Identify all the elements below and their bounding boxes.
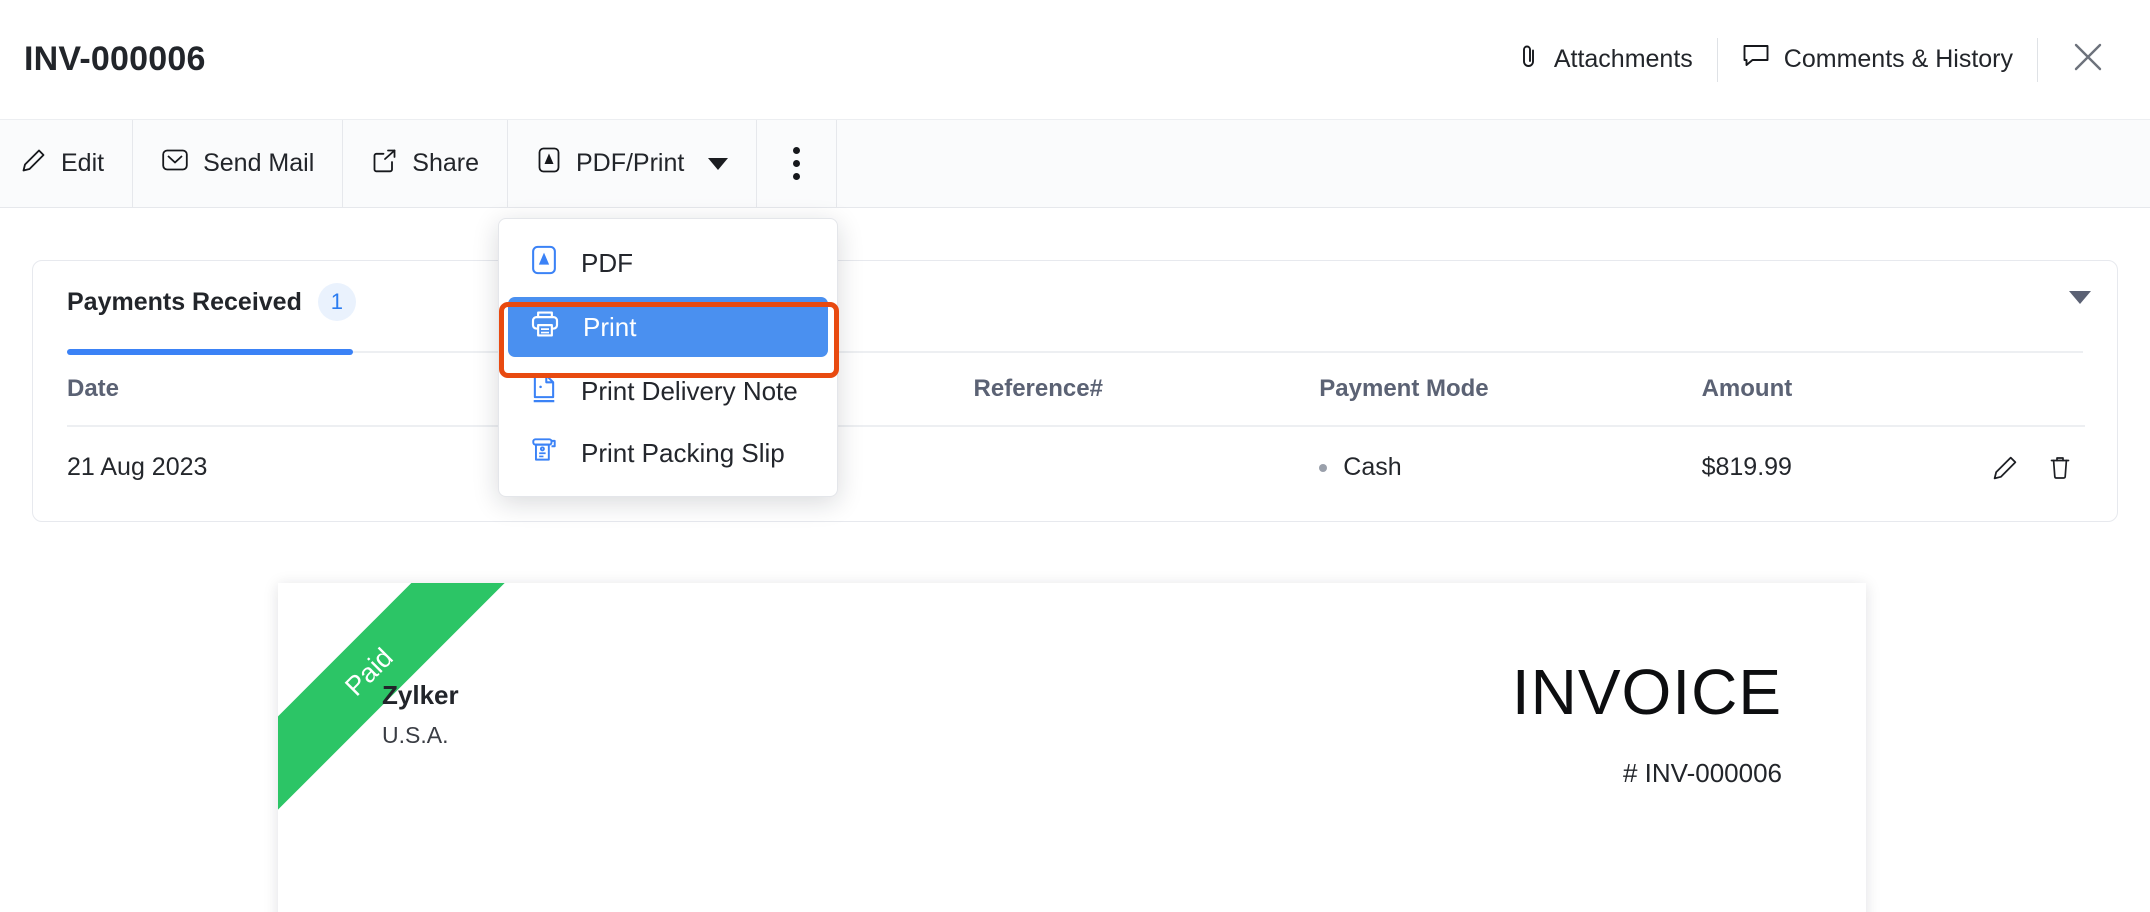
pdf-print-button[interactable]: PDF/Print (508, 120, 758, 207)
kebab-dot-1 (793, 147, 801, 154)
payments-table: Date Payment # Reference# Payment Mode A… (67, 365, 2085, 508)
menu-item-pdf[interactable]: PDF (499, 232, 837, 294)
invoice-detail-screen: INV-000006 Attachments Comments & Histor… (0, 0, 2150, 912)
cell-reference (974, 426, 1320, 508)
bullet-dot-icon (1319, 463, 1328, 472)
edit-button[interactable]: Edit (0, 120, 134, 207)
menu-item-print-label: Print (583, 311, 637, 342)
active-tab-underline (67, 349, 353, 355)
pdf-print-dropdown-menu: PDF Print Print Delivery Note Print Pack… (498, 218, 839, 497)
attachments-button[interactable]: Attachments (1494, 37, 1717, 83)
more-actions-button[interactable] (757, 120, 838, 207)
cell-amount: $819.99 (1701, 453, 1792, 481)
share-icon (371, 147, 398, 181)
collapse-panel-chevron-down-icon[interactable] (2069, 291, 2091, 304)
row-delete-trash-icon[interactable] (2047, 454, 2073, 482)
close-button[interactable] (2060, 32, 2116, 88)
table-header-row: Date Payment # Reference# Payment Mode A… (67, 365, 2085, 426)
menu-item-print-delivery-note-label: Print Delivery Note (581, 375, 798, 406)
pdf-print-label: PDF/Print (575, 149, 685, 177)
comments-history-button[interactable]: Comments & History (1718, 37, 2037, 83)
packing-slip-icon (529, 434, 559, 473)
kebab-dot-2 (793, 160, 801, 167)
tab-payments-received[interactable]: Payments Received 1 (67, 261, 356, 339)
printer-icon (529, 309, 561, 346)
ribbon-tail-top (450, 583, 466, 599)
column-header-actions (1991, 365, 2085, 426)
kebab-dot-3 (793, 173, 801, 180)
envelope-icon (161, 147, 189, 180)
column-header-amount: Amount (1701, 375, 1793, 402)
menu-item-print-packing-slip-label: Print Packing Slip (581, 437, 785, 468)
share-button[interactable]: Share (343, 120, 508, 207)
document-note-icon (529, 372, 559, 411)
pdf-file-icon (529, 244, 559, 283)
invoice-number: # INV-000006 (1622, 758, 1782, 788)
paperclip-icon (1518, 42, 1540, 77)
page-title: INV-000006 (24, 40, 206, 78)
action-toolbar: Edit Send Mail Share PDF/Print (0, 120, 2150, 208)
close-icon (2071, 40, 2105, 79)
share-label: Share (412, 149, 479, 177)
tab-payments-received-label: Payments Received (67, 287, 302, 316)
comment-bubble-icon (1742, 43, 1770, 76)
organization-country: U.S.A. (382, 722, 449, 748)
menu-item-pdf-label: PDF (581, 247, 633, 278)
header-divider-2 (2037, 37, 2038, 82)
menu-item-print-packing-slip[interactable]: Print Packing Slip (499, 422, 837, 484)
payment-mode-value: Cash (1343, 453, 1402, 481)
attachments-label: Attachments (1553, 45, 1693, 73)
payments-card-header: Payments Received 1 (33, 261, 2117, 335)
tab-rule (67, 351, 2083, 353)
pdf-file-icon (536, 146, 562, 181)
payments-received-card: Payments Received 1 Date Payment # Refer… (32, 260, 2118, 522)
edit-label: Edit (61, 149, 105, 177)
chevron-down-icon (708, 157, 729, 170)
table-row[interactable]: 21 Aug 2023 2 Cash $819.99 (67, 426, 2085, 508)
cell-row-actions (1991, 426, 2085, 508)
header-actions: Attachments Comments & History (1494, 32, 2116, 88)
cell-payment-mode: Cash (1319, 426, 1701, 508)
invoice-preview-card: Paid Zylker U.S.A. INVOICE # INV-000006 (278, 583, 1866, 912)
menu-item-print[interactable]: Print (508, 297, 828, 357)
send-mail-label: Send Mail (203, 149, 315, 177)
send-mail-button[interactable]: Send Mail (133, 120, 344, 207)
row-edit-pencil-icon[interactable] (1991, 454, 2019, 482)
payments-count-badge: 1 (317, 283, 356, 321)
page-header: INV-000006 Attachments Comments & Histor… (0, 0, 2150, 120)
pencil-icon (20, 147, 47, 181)
ribbon-tail-left (278, 755, 289, 771)
invoice-heading: INVOICE (1511, 656, 1782, 728)
column-header-date: Date (67, 375, 120, 402)
column-header-reference: Reference# (973, 375, 1103, 402)
column-header-payment-mode: Payment Mode (1319, 375, 1489, 402)
comments-history-label: Comments & History (1783, 45, 2013, 73)
menu-item-print-delivery-note[interactable]: Print Delivery Note (499, 360, 837, 422)
cell-date: 21 Aug 2023 (67, 453, 208, 481)
organization-name: Zylker (382, 680, 459, 710)
